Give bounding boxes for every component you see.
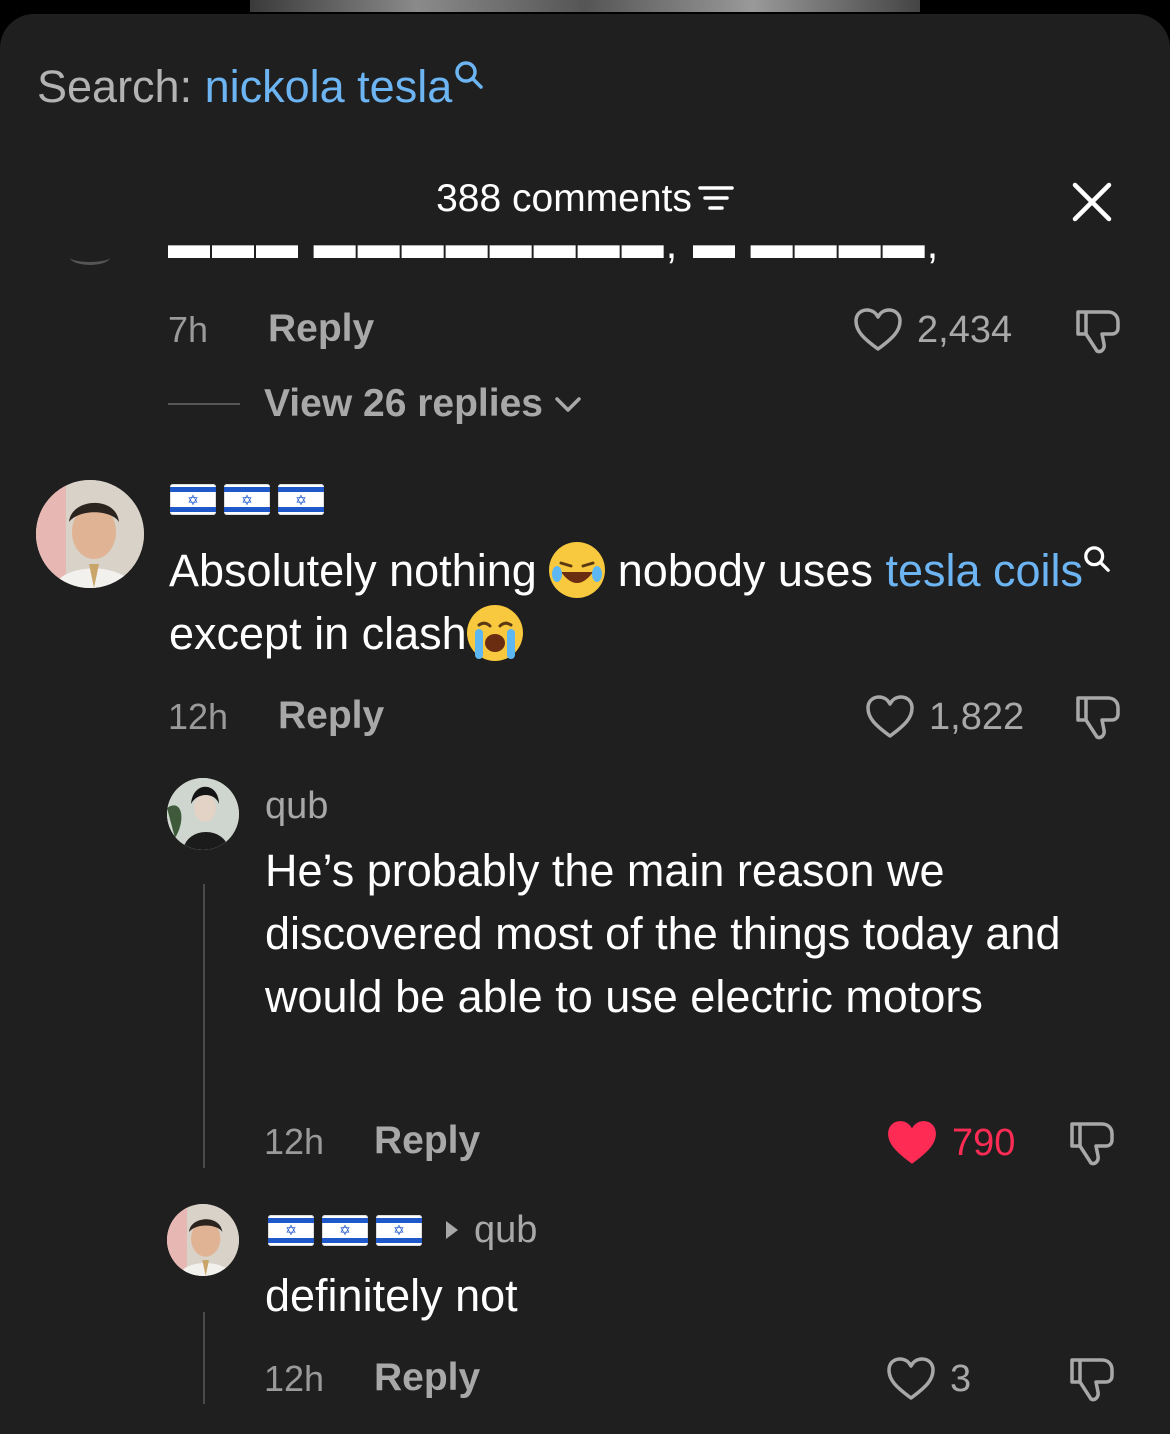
- comment-text-part: nobody uses: [605, 545, 886, 596]
- clipped-comment-text: ▬▬▬ ▬▬▬▬▬▬▬▬, ▬ ▬▬▬▬, ▬▬▬▬▬ ▬▬▬ ▬▬▬▬: [168, 236, 948, 266]
- like-button[interactable]: 3: [886, 1356, 971, 1402]
- dislike-icon[interactable]: [1066, 1116, 1120, 1170]
- search-query[interactable]: nickola tesla: [205, 61, 453, 112]
- reply-time: 12h: [264, 1358, 325, 1399]
- flag-username: ✡ ✡ ✡: [268, 1214, 422, 1246]
- flag-icon: ✡: [322, 1214, 368, 1246]
- dislike-icon[interactable]: [1072, 690, 1126, 744]
- like-count: 790: [952, 1122, 1016, 1164]
- search-icon: [455, 61, 483, 89]
- reply-to-username[interactable]: qub: [474, 1208, 537, 1252]
- comment-text: Absolutely nothing nobody uses tesla coi…: [169, 539, 1129, 665]
- reply-button[interactable]: Reply: [374, 1119, 480, 1163]
- comment-time: 12h: [168, 696, 229, 737]
- like-count: 2,434: [917, 309, 1013, 351]
- flag-username: ✡ ✡ ✡: [170, 484, 324, 515]
- reply-button[interactable]: Reply: [268, 307, 374, 351]
- search-icon: [1084, 546, 1110, 572]
- close-icon[interactable]: [1070, 180, 1114, 224]
- comment-text-part: Absolutely nothing: [169, 545, 550, 596]
- reply-arrow-icon: [446, 1221, 458, 1239]
- crying-emoji: [466, 605, 523, 662]
- video-preview-strip: [250, 0, 920, 12]
- reply-text: definitely not: [265, 1270, 518, 1321]
- heart-icon: [887, 1357, 935, 1400]
- avatar[interactable]: [167, 1204, 239, 1276]
- comment-text-part: except in clash: [169, 608, 467, 659]
- like-button[interactable]: 2,434: [853, 307, 1012, 353]
- comment-count: 388 comments: [436, 177, 692, 220]
- heart-icon: [866, 695, 914, 738]
- reply-text: He’s probably the main reason we discove…: [265, 845, 1061, 1022]
- divider: [168, 403, 240, 405]
- clipped-avatar: [70, 250, 110, 265]
- dislike-icon[interactable]: [1066, 1352, 1120, 1406]
- search-label: Search:: [37, 61, 205, 112]
- dislike-icon[interactable]: [1072, 304, 1126, 358]
- like-count: 3: [950, 1358, 972, 1400]
- flag-icon: ✡: [376, 1214, 422, 1246]
- comment-username[interactable]: ✡ ✡ ✡: [170, 484, 324, 515]
- thread-line: [203, 1312, 205, 1404]
- search-suggestion[interactable]: Search: nickola tesla: [37, 61, 484, 112]
- reply-button[interactable]: Reply: [278, 694, 384, 738]
- view-replies-label: View 26 replies: [264, 382, 543, 425]
- thread-line: [203, 884, 205, 1168]
- heart-icon: [854, 308, 902, 351]
- flag-icon: ✡: [170, 484, 216, 515]
- heart-filled-icon: [888, 1121, 936, 1164]
- flag-icon: ✡: [278, 484, 324, 515]
- flag-icon: ✡: [224, 484, 270, 515]
- search-link[interactable]: tesla coils: [885, 545, 1083, 596]
- like-button[interactable]: 1,822: [865, 694, 1024, 740]
- reply-username[interactable]: qub: [265, 784, 328, 828]
- reply-button[interactable]: Reply: [374, 1356, 480, 1400]
- sort-icon[interactable]: [698, 183, 734, 213]
- avatar[interactable]: [167, 778, 239, 850]
- chevron-down-icon: [555, 397, 581, 412]
- like-count: 1,822: [929, 696, 1025, 738]
- like-button[interactable]: 790: [886, 1119, 1015, 1167]
- reply-time: 12h: [264, 1121, 325, 1162]
- flag-icon: ✡: [268, 1214, 314, 1246]
- comment-time: 7h: [168, 309, 209, 350]
- avatar[interactable]: [36, 480, 144, 588]
- laughing-emoji: [549, 542, 606, 599]
- reply-username[interactable]: ✡ ✡ ✡ qub: [268, 1208, 537, 1252]
- view-replies-button[interactable]: View 26 replies: [168, 382, 585, 426]
- comments-header: 388 comments: [0, 176, 1170, 222]
